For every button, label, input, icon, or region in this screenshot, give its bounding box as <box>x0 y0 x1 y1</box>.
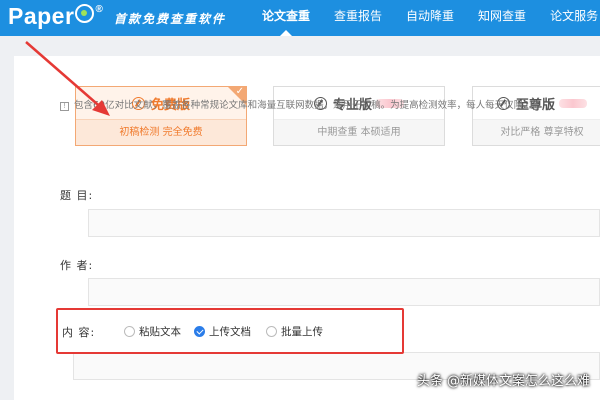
version-card-premium[interactable]: 至尊版 对比严格 尊享特权 <box>472 86 600 146</box>
nav-item-paper-check[interactable]: 论文查重 <box>250 0 322 36</box>
info-line: ! 包含60亿对比文献，覆盖各种常规论文库和海量互联网数据，适用于初稿。为提高检测… <box>60 97 539 111</box>
version-card-free[interactable]: 免费版 初稿检测 完全免费 ✓ <box>75 86 247 146</box>
title-input[interactable] <box>88 209 600 237</box>
check-icon: ✓ <box>235 86 244 97</box>
nav-item-cnki-check[interactable]: 知网查重 <box>466 0 538 36</box>
nav-item-report[interactable]: 查重报告 <box>322 0 394 36</box>
title-label: 题 目: <box>60 189 94 202</box>
info-text: 包含60亿对比文献，覆盖各种常规论文库和海量互联网数据，适用于初稿。为提高检测效… <box>74 100 539 111</box>
annotation-highlight-box <box>56 308 404 354</box>
slogan: 首款免费查重软件 <box>114 12 227 26</box>
main-nav: 论文查重 查重报告 自动降重 知网查重 论文服务 <box>250 0 600 36</box>
logo-circle-icon <box>75 4 95 23</box>
version-desc: 初稿检测 完全免费 <box>76 119 246 145</box>
watermark: 头条 @新媒体文案怎么这么难 <box>416 374 590 389</box>
logo-registered: ® <box>95 4 104 15</box>
logo-text: Paper <box>8 3 75 29</box>
version-card-pro[interactable]: 专业版 中期查重 本硕适用 <box>273 86 445 146</box>
logo[interactable]: Paper ® <box>8 3 103 30</box>
nav-item-auto-rewrite[interactable]: 自动降重 <box>394 0 466 36</box>
author-input[interactable] <box>88 278 600 306</box>
top-navbar: Paper ® 首款免费查重软件 论文查重 查重报告 自动降重 知网查重 论文服务 <box>0 0 600 36</box>
version-desc: 对比严格 尊享特权 <box>473 119 600 145</box>
blurred-price <box>559 98 587 108</box>
version-desc: 中期查重 本硕适用 <box>274 119 444 145</box>
info-icon: ! <box>60 102 69 111</box>
nav-item-services[interactable]: 论文服务 <box>538 0 600 36</box>
author-label: 作 者: <box>60 259 94 272</box>
